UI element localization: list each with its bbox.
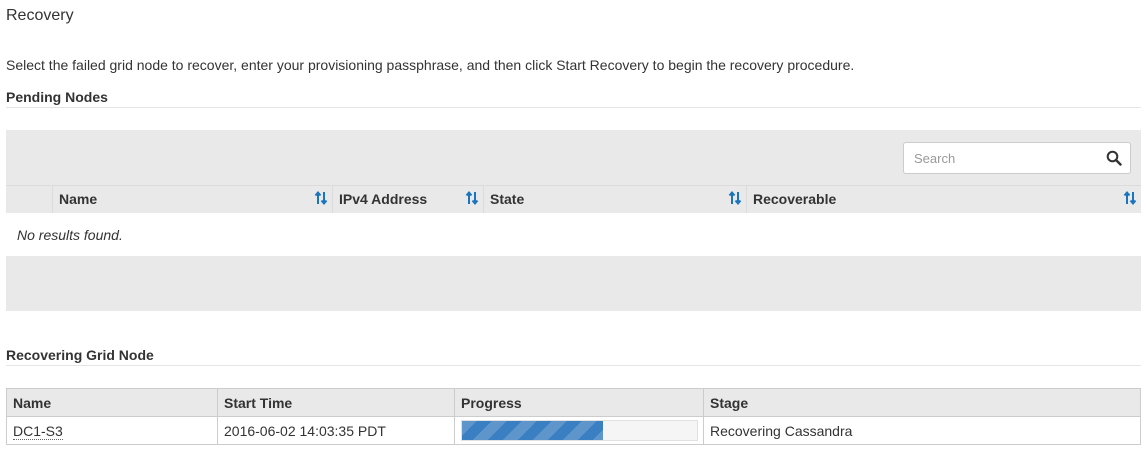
column-header-recoverable[interactable]: Recoverable	[746, 186, 1141, 214]
page-title: Recovery	[6, 7, 74, 24]
section-divider	[6, 365, 1141, 366]
search-input[interactable]	[904, 143, 1094, 173]
sort-icon[interactable]	[728, 190, 742, 206]
column-header-name: Name	[6, 388, 218, 417]
column-label: IPv4 Address	[339, 191, 428, 207]
search-icon[interactable]	[1106, 150, 1122, 166]
progress-bar-fill	[462, 421, 603, 440]
search-box[interactable]	[903, 142, 1131, 174]
empty-message: No results found.	[17, 227, 123, 243]
pending-nodes-heading: Pending Nodes	[6, 89, 108, 105]
pending-table-header: Name IPv4 Address State Recoverable	[6, 185, 1141, 214]
sort-icon[interactable]	[1123, 190, 1137, 206]
column-label: Name	[59, 191, 98, 207]
stage-cell: Recovering Cassandra	[703, 416, 1141, 445]
select-column-header	[6, 186, 52, 214]
column-label: State	[490, 191, 525, 207]
progress-cell	[454, 416, 704, 445]
node-name-cell: DC1-S3	[6, 416, 218, 445]
start-time-cell: 2016-06-02 14:03:35 PDT	[217, 416, 455, 445]
recovering-grid-node-heading: Recovering Grid Node	[6, 347, 154, 363]
column-header-name[interactable]: Name	[52, 186, 332, 214]
column-header-progress: Progress	[454, 388, 704, 417]
sort-icon[interactable]	[314, 190, 328, 206]
progress-bar	[461, 420, 698, 441]
column-header-ipv4[interactable]: IPv4 Address	[332, 186, 483, 214]
column-header-start-time: Start Time	[217, 388, 455, 417]
node-name-link[interactable]: DC1-S3	[13, 422, 63, 440]
sort-icon[interactable]	[465, 190, 479, 206]
column-label: Recoverable	[753, 191, 837, 207]
pending-table-body: No results found.	[6, 213, 1141, 256]
table-row: DC1-S3 2016-06-02 14:03:35 PDT Recoverin…	[6, 416, 1141, 445]
recovering-table: Name Start Time Progress Stage DC1-S3 20…	[6, 388, 1141, 445]
intro-text: Select the failed grid node to recover, …	[6, 57, 855, 73]
table-header-row: Name Start Time Progress Stage	[6, 388, 1141, 417]
pending-nodes-panel: Name IPv4 Address State Recoverable	[6, 130, 1141, 311]
section-divider	[6, 107, 1141, 108]
column-header-stage: Stage	[703, 388, 1141, 417]
column-header-state[interactable]: State	[483, 186, 746, 214]
